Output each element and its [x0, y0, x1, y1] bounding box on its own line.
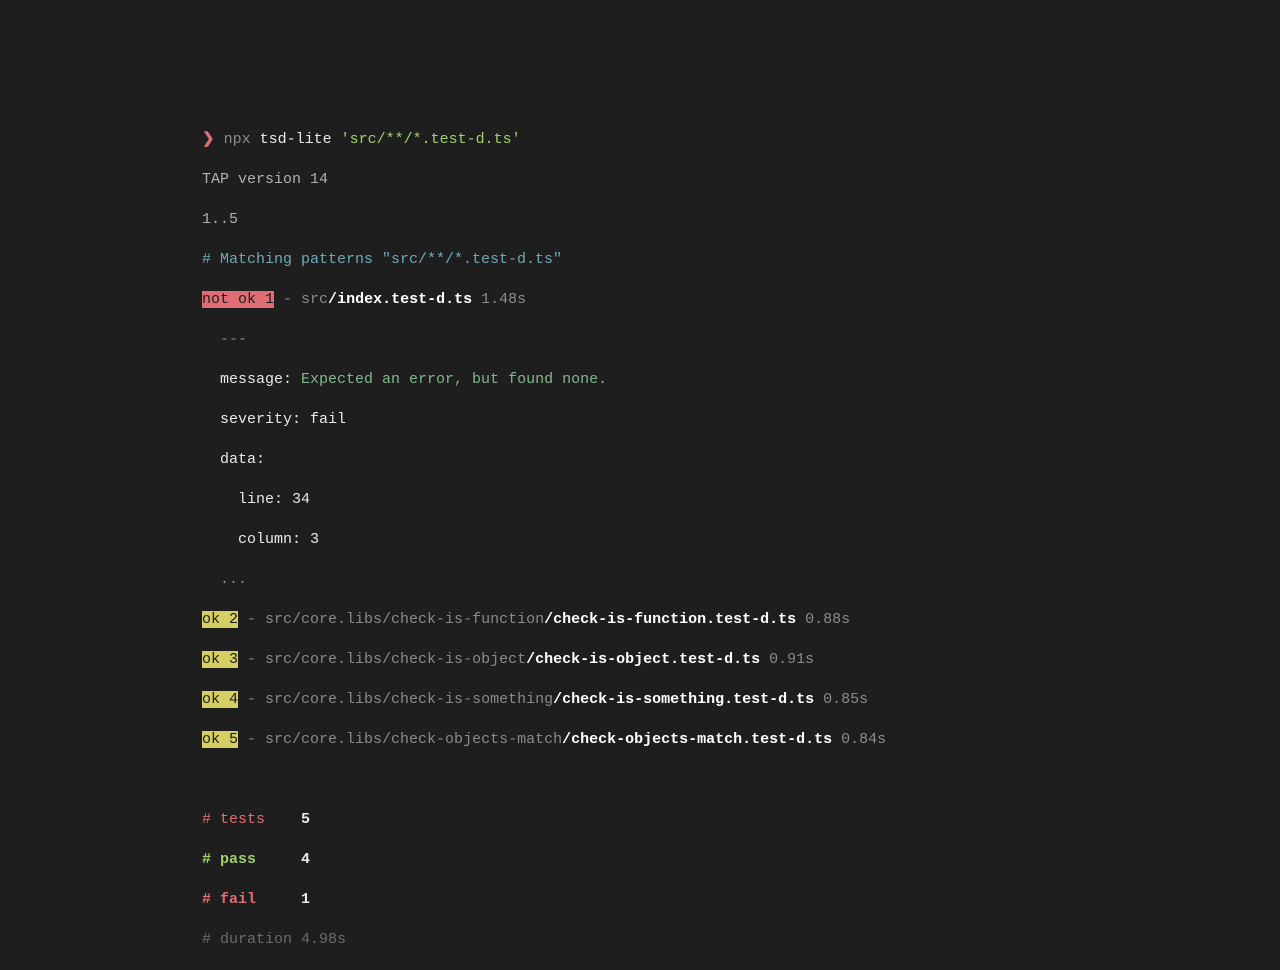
slash: / [562, 731, 571, 748]
matching-comment: # Matching patterns "src/**/*.test-d.ts" [202, 250, 886, 270]
sep: - [274, 291, 301, 308]
msg-label: message: [202, 371, 301, 388]
tests-label: # tests [202, 811, 301, 828]
yaml-severity: severity: fail [202, 410, 886, 430]
tests-value: 5 [301, 811, 310, 828]
prompt-symbol: ❯ [202, 131, 215, 148]
summary-pass: # pass 4 [202, 850, 886, 870]
pass-tag: ok 5 [202, 731, 238, 748]
time: 0.85s [823, 691, 868, 708]
pass-tag: ok 3 [202, 651, 238, 668]
fail-value: 1 [301, 891, 310, 908]
fail-tag: not ok 1 [202, 291, 274, 308]
terminal-output: ❯ npx tsd-lite 'src/**/*.test-d.ts' TAP … [202, 110, 886, 970]
result-pass: ok 5 - src/core.libs/check-objects-match… [202, 730, 886, 750]
command: tsd-lite [260, 131, 332, 148]
dir: src/core.libs/check-objects-match [265, 731, 562, 748]
slash: / [526, 651, 535, 668]
sep: - [238, 611, 265, 628]
time: 0.91s [769, 651, 814, 668]
command-arg: 'src/**/*.test-d.ts' [341, 131, 521, 148]
yaml-open: --- [202, 330, 886, 350]
npx: npx [224, 131, 251, 148]
result-pass: ok 2 - src/core.libs/check-is-function/c… [202, 610, 886, 630]
pass-tag: ok 4 [202, 691, 238, 708]
pass-tag: ok 2 [202, 611, 238, 628]
tap-version: TAP version 14 [202, 170, 886, 190]
dir: src/core.libs/check-is-something [265, 691, 553, 708]
yaml-close: ... [202, 570, 886, 590]
prompt-line: ❯ npx tsd-lite 'src/**/*.test-d.ts' [202, 130, 886, 150]
result-pass: ok 4 - src/core.libs/check-is-something/… [202, 690, 886, 710]
file: check-is-function.test-d.ts [553, 611, 796, 628]
dir: src/core.libs/check-is-function [265, 611, 544, 628]
slash: / [544, 611, 553, 628]
dir: src/core.libs/check-is-object [265, 651, 526, 668]
time: 0.84s [841, 731, 886, 748]
pass-value: 4 [301, 851, 310, 868]
time: 0.88s [805, 611, 850, 628]
sep: - [238, 691, 265, 708]
result-pass: ok 3 - src/core.libs/check-is-object/che… [202, 650, 886, 670]
time: 1.48s [481, 291, 526, 308]
summary-duration: # duration 4.98s [202, 930, 886, 950]
yaml-line: line: 34 [202, 490, 886, 510]
fail-label: # fail [202, 891, 301, 908]
result-fail: not ok 1 - src/index.test-d.ts 1.48s [202, 290, 886, 310]
yaml-column: column: 3 [202, 530, 886, 550]
file: check-objects-match.test-d.ts [571, 731, 832, 748]
summary-fail: # fail 1 [202, 890, 886, 910]
dir: src [301, 291, 328, 308]
tap-plan: 1..5 [202, 210, 886, 230]
blank-line [202, 770, 886, 790]
file: check-is-something.test-d.ts [562, 691, 814, 708]
slash: / [553, 691, 562, 708]
slash: / [328, 291, 337, 308]
yaml-message: message: Expected an error, but found no… [202, 370, 886, 390]
file: check-is-object.test-d.ts [535, 651, 760, 668]
pass-label: # pass [202, 851, 301, 868]
summary-tests: # tests 5 [202, 810, 886, 830]
sep: - [238, 651, 265, 668]
file: index.test-d.ts [337, 291, 472, 308]
yaml-data: data: [202, 450, 886, 470]
sep: - [238, 731, 265, 748]
msg-text: Expected an error, but found none. [301, 371, 607, 388]
